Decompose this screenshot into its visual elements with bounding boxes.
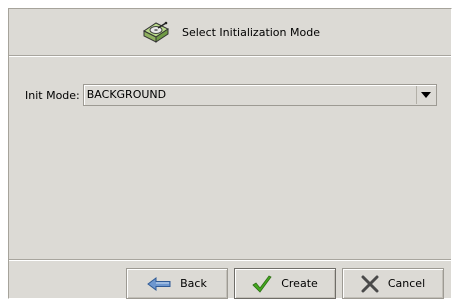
arrow-left-icon xyxy=(147,276,171,291)
init-mode-label: Init Mode: xyxy=(25,88,80,102)
create-button-label: Create xyxy=(281,277,318,290)
disk-drive-icon xyxy=(140,18,172,46)
back-button[interactable]: Back xyxy=(126,268,228,299)
back-button-label: Back xyxy=(180,277,207,290)
header-divider xyxy=(9,56,451,57)
dialog-window: Select Initialization Mode Init Mode: BA… xyxy=(8,8,452,299)
init-mode-value: BACKGROUND xyxy=(86,88,167,101)
cancel-button-label: Cancel xyxy=(387,277,426,290)
triangle-down-icon[interactable] xyxy=(415,86,435,104)
init-mode-row: Init Mode: BACKGROUND xyxy=(25,84,437,106)
dialog-title: Select Initialization Mode xyxy=(182,25,320,39)
cancel-button[interactable]: Cancel xyxy=(342,268,444,299)
x-icon xyxy=(361,275,379,292)
dialog-header: Select Initialization Mode xyxy=(9,9,451,56)
checkmark-icon xyxy=(252,274,272,293)
init-mode-dropdown[interactable]: BACKGROUND xyxy=(82,84,437,106)
create-button[interactable]: Create xyxy=(234,268,336,299)
footer-divider xyxy=(9,259,451,260)
